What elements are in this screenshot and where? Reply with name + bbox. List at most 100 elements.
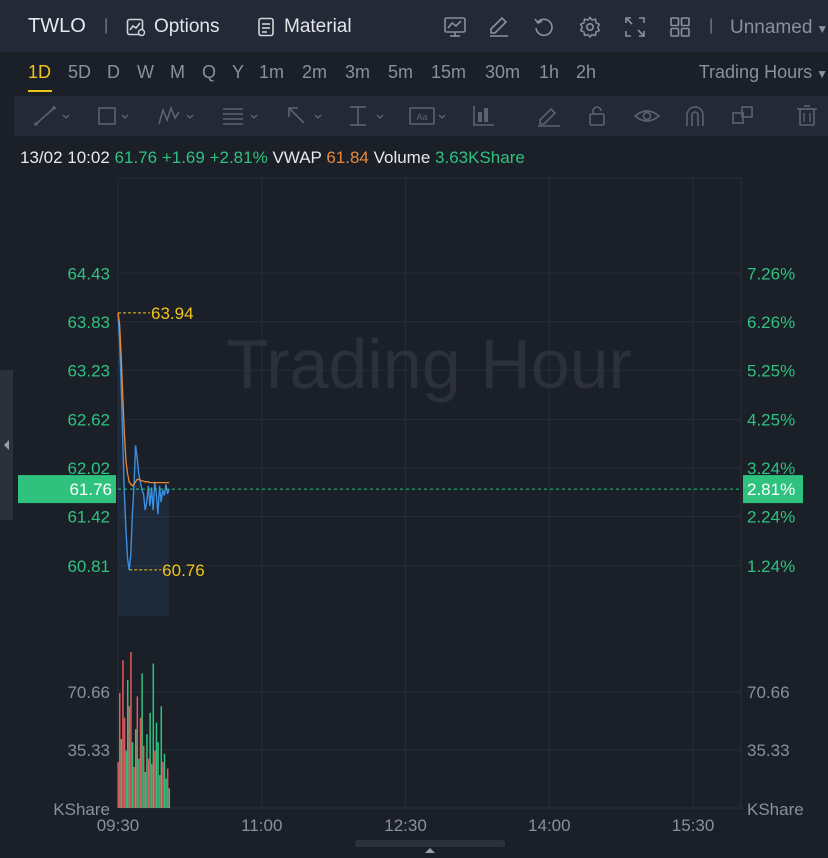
- tf-y[interactable]: Y: [232, 62, 244, 83]
- tf-1h[interactable]: 1h: [539, 62, 559, 83]
- trash-icon[interactable]: [794, 104, 828, 128]
- bars-pattern-tool-icon[interactable]: [470, 104, 510, 128]
- separator: |: [709, 17, 714, 34]
- tf-15m[interactable]: 15m: [431, 62, 466, 83]
- volume-bar[interactable]: [142, 745, 145, 808]
- magnet-icon[interactable]: [682, 104, 722, 128]
- volume-value: 3.63KShare: [435, 148, 525, 167]
- volume-bar[interactable]: [126, 679, 129, 808]
- volume-bar[interactable]: [163, 753, 166, 808]
- session-label: Trading Hours: [698, 62, 813, 82]
- volume-bar[interactable]: [136, 696, 139, 808]
- separator: |: [104, 17, 109, 34]
- tf-w[interactable]: W: [137, 62, 154, 83]
- volume-bar[interactable]: [130, 652, 132, 808]
- text-tool-icon[interactable]: Aa: [408, 104, 448, 128]
- volume-bar[interactable]: [166, 768, 169, 808]
- volume-bar[interactable]: [150, 763, 153, 808]
- layers-icon[interactable]: [730, 104, 770, 128]
- volume-bar[interactable]: [117, 762, 119, 808]
- volume-bar[interactable]: [162, 762, 164, 808]
- volume-tick-label: 70.66: [747, 683, 790, 702]
- volume-bar[interactable]: [125, 750, 127, 808]
- price-tick-label: 62.62: [67, 411, 110, 430]
- volume-bar[interactable]: [139, 717, 142, 808]
- session-dropdown[interactable]: Trading Hours ▼: [699, 62, 828, 83]
- material-button[interactable]: Material: [256, 14, 352, 40]
- caret-down-icon: ▼: [816, 67, 828, 81]
- settings-gear-icon[interactable]: [578, 15, 602, 39]
- volume-bar[interactable]: [160, 706, 163, 808]
- volume-bar[interactable]: [155, 722, 158, 808]
- indicator-icon[interactable]: [443, 15, 467, 39]
- eye-icon[interactable]: [634, 104, 674, 128]
- vwap-value: 61.84: [326, 148, 369, 167]
- quote-change-pct: +2.81%: [209, 148, 268, 167]
- volume-bar[interactable]: [128, 706, 131, 808]
- tf-2h[interactable]: 2h: [576, 62, 596, 83]
- svg-text:Aa: Aa: [416, 112, 427, 122]
- pattern-tool-icon[interactable]: [156, 104, 196, 128]
- edit-drawing-icon[interactable]: [487, 15, 511, 39]
- volume-tick-label: 70.66: [67, 683, 110, 702]
- caret-down-icon: ▼: [816, 22, 828, 36]
- volume-bar[interactable]: [152, 663, 155, 808]
- options-button[interactable]: Options: [126, 14, 219, 40]
- fullscreen-icon[interactable]: [623, 15, 647, 39]
- volume-bar[interactable]: [154, 750, 156, 808]
- layout-name-dropdown[interactable]: Unnamed ▼: [730, 17, 828, 39]
- trendline-tool-icon[interactable]: [32, 104, 72, 128]
- tf-5m[interactable]: 5m: [388, 62, 413, 83]
- caret-left-icon: [4, 440, 9, 450]
- price-chart[interactable]: 09:30 11:00 12:30 14:00 15:3064.43 7.26%63.83…: [0, 170, 828, 840]
- volume-bar[interactable]: [165, 778, 167, 808]
- tf-1d[interactable]: 1D: [28, 62, 51, 83]
- volume-bar[interactable]: [157, 742, 159, 808]
- grid-layout-icon[interactable]: [668, 15, 692, 39]
- panel-resize-handle[interactable]: [355, 840, 505, 853]
- percent-tick-label: 7.26%: [747, 264, 795, 283]
- session-watermark: Trading Hour: [226, 325, 632, 403]
- volume-bar[interactable]: [123, 717, 126, 808]
- volume-bar[interactable]: [147, 758, 150, 808]
- volume-bar[interactable]: [138, 758, 140, 808]
- tf-m[interactable]: M: [170, 62, 185, 83]
- tf-d[interactable]: D: [107, 62, 120, 83]
- volume-bar[interactable]: [149, 712, 151, 808]
- volume-unit-label: KShare: [747, 800, 804, 819]
- volume-label: Volume: [373, 148, 431, 167]
- tf-2m[interactable]: 2m: [302, 62, 327, 83]
- price-tick-label: 64.43: [67, 264, 110, 283]
- sidebar-collapse-handle[interactable]: [0, 370, 13, 520]
- vwap-line[interactable]: [117, 312, 170, 487]
- tf-30m[interactable]: 30m: [485, 62, 520, 83]
- volume-bar[interactable]: [120, 739, 123, 808]
- measure-tool-icon[interactable]: [346, 104, 386, 128]
- volume-bar[interactable]: [134, 729, 137, 808]
- tf-1m[interactable]: 1m: [259, 62, 284, 83]
- tf-q[interactable]: Q: [202, 62, 216, 83]
- volume-bar[interactable]: [131, 742, 134, 808]
- arrow-tool-icon[interactable]: [284, 104, 324, 128]
- volume-bar[interactable]: [158, 775, 161, 808]
- brush-icon[interactable]: [534, 104, 574, 128]
- x-tick-label: 11:00: [241, 816, 282, 835]
- ticker-symbol[interactable]: TWLO: [28, 15, 86, 38]
- volume-bar[interactable]: [146, 734, 148, 808]
- volume-tick-label: 35.33: [67, 741, 110, 760]
- volume-bar[interactable]: [118, 693, 121, 808]
- document-icon: [258, 17, 274, 37]
- lock-icon[interactable]: [584, 104, 624, 128]
- fibonacci-tool-icon[interactable]: [220, 104, 260, 128]
- quote-datetime: 13/02 10:02: [20, 148, 110, 167]
- volume-bar[interactable]: [133, 766, 135, 808]
- tf-5d[interactable]: 5D: [68, 62, 91, 83]
- tf-3m[interactable]: 3m: [345, 62, 370, 83]
- rectangle-tool-icon[interactable]: [94, 104, 134, 128]
- refresh-icon[interactable]: [532, 15, 556, 39]
- volume-bar[interactable]: [144, 771, 147, 808]
- high-marker-label: 63.94: [151, 304, 194, 323]
- volume-bar[interactable]: [141, 673, 143, 808]
- volume-bar[interactable]: [122, 660, 124, 808]
- volume-bar[interactable]: [168, 788, 171, 808]
